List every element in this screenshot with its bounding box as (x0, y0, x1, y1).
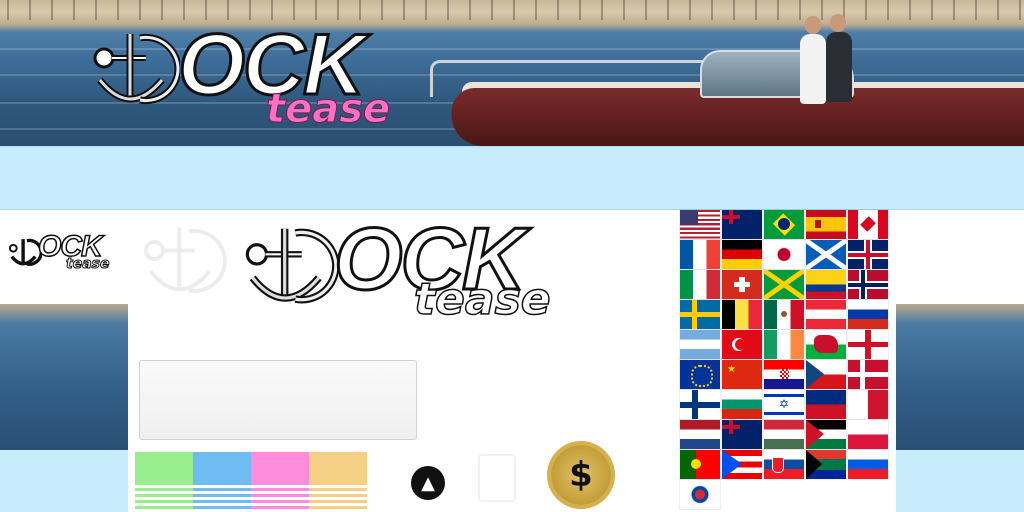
flag-it-icon[interactable] (680, 270, 720, 299)
flag-de-icon[interactable] (722, 240, 762, 269)
flag-us-icon[interactable] (680, 210, 720, 239)
small-logo[interactable]: OCK tease (8, 229, 118, 276)
water-strip-right (896, 304, 1024, 450)
beach-background (0, 0, 1024, 20)
person (826, 32, 852, 102)
flag-at-icon[interactable] (806, 300, 846, 329)
main-logo[interactable]: OCK tease (242, 208, 562, 330)
flag-jm-icon[interactable] (764, 270, 804, 299)
main-logo-sub: tease (413, 273, 551, 326)
person (800, 34, 826, 104)
banner-logo-sub: tease (265, 86, 391, 133)
flag-fi-icon[interactable] (680, 390, 720, 419)
flag-kr-icon[interactable] (680, 480, 720, 509)
color-swatches (135, 452, 367, 510)
faint-box-icon (478, 454, 516, 502)
flag-li-icon[interactable] (806, 390, 846, 419)
flag-mx-icon[interactable] (764, 300, 804, 329)
swatch-blue[interactable] (193, 452, 251, 510)
flag-se-icon[interactable] (680, 300, 720, 329)
anchor-icon (93, 33, 180, 105)
swatch-pink[interactable] (251, 452, 309, 510)
flag-cz-icon[interactable] (806, 360, 846, 389)
flag-nz-icon[interactable] (722, 420, 762, 449)
flag-hu-icon[interactable] (764, 420, 804, 449)
flag-pt-icon[interactable] (680, 450, 720, 479)
flag-eu-icon[interactable] (680, 360, 720, 389)
banner-logo[interactable]: OCK tease (90, 16, 420, 133)
blue-strip-right (896, 450, 1024, 512)
flag-cn-icon[interactable]: ★ (722, 360, 762, 389)
flag-dk-icon[interactable] (848, 360, 888, 389)
flag-gb-icon[interactable] (848, 240, 888, 269)
flag-es-icon[interactable] (806, 210, 846, 239)
flag-co-icon[interactable] (806, 270, 846, 299)
t-shirt-plus-icon[interactable]: ▲ (411, 466, 445, 500)
flag-za-icon[interactable] (806, 450, 846, 479)
water-strip-left (0, 304, 128, 450)
money-symbol: $ (569, 455, 593, 495)
flag-england-icon[interactable] (848, 330, 888, 359)
flag-mt-icon[interactable] (848, 390, 888, 419)
flag-ru-icon[interactable] (848, 300, 888, 329)
flag-hr-icon[interactable] (764, 360, 804, 389)
flag-ps-icon[interactable] (806, 420, 846, 449)
flag-jp-icon[interactable] (764, 240, 804, 269)
flag-fr-icon[interactable] (680, 240, 720, 269)
flag-pl-icon[interactable] (848, 420, 888, 449)
flag-br-icon[interactable] (764, 210, 804, 239)
flag-ar-icon[interactable] (680, 330, 720, 359)
flag-pr-icon[interactable] (722, 450, 762, 479)
swatch-gold[interactable] (309, 452, 367, 510)
flag-tr-icon[interactable] (722, 330, 762, 359)
flag-nl-icon[interactable] (680, 420, 720, 449)
header-bar (0, 146, 1024, 210)
flag-au-icon[interactable] (722, 210, 762, 239)
flag-il-icon[interactable]: ✡ (764, 390, 804, 419)
dollar-coin-icon[interactable]: $ (551, 445, 611, 505)
flag-ie-icon[interactable] (764, 330, 804, 359)
faint-anchor-icon (144, 227, 227, 293)
anchor-icon (245, 228, 338, 304)
swatch-green[interactable] (135, 452, 193, 510)
flag-wales-icon[interactable] (806, 330, 846, 359)
header-banner: OCK tease (0, 0, 1024, 146)
flag-scotland-icon[interactable] (806, 240, 846, 269)
flag-ch-icon[interactable] (722, 270, 762, 299)
anchor-icon (8, 238, 42, 266)
flag-be-icon[interactable] (722, 300, 762, 329)
flag-ca-icon[interactable] (848, 210, 888, 239)
flag-bg-icon[interactable] (722, 390, 762, 419)
blue-strip-left (0, 450, 128, 512)
person-head (830, 14, 846, 32)
small-logo-sub: tease (65, 256, 110, 273)
flag-si-icon[interactable] (848, 450, 888, 479)
person-head (805, 16, 821, 34)
flag-no-icon[interactable] (848, 270, 888, 299)
flag-sk-icon[interactable] (764, 450, 804, 479)
content-panel (139, 360, 417, 440)
